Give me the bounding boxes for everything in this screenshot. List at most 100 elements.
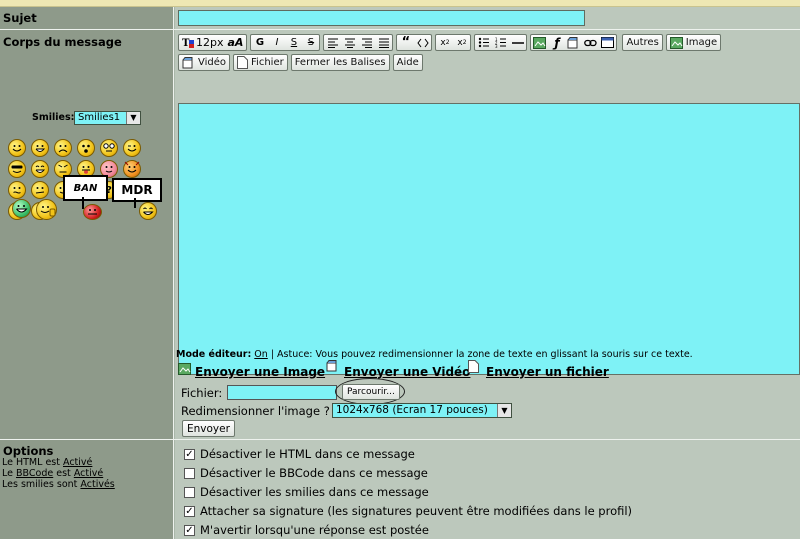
bullet-list-icon[interactable] (475, 35, 492, 50)
options-checks-cell: ✓ Désactiver le HTML dans ce message Désac… (175, 440, 800, 539)
option-checkbox[interactable]: ✓ (184, 525, 195, 536)
horizontal-rule-icon[interactable] (509, 35, 526, 50)
quote-icon[interactable]: “ (397, 35, 414, 50)
html-status-link[interactable]: Activé (63, 457, 92, 468)
upload-submit-button[interactable]: Envoyer (182, 420, 235, 437)
file-icon (237, 56, 249, 69)
option-checkbox[interactable] (184, 468, 195, 479)
option-checkbox[interactable]: ✓ (184, 449, 195, 460)
align-right-icon[interactable] (358, 35, 375, 50)
text-case-button[interactable]: aA (228, 36, 244, 49)
smiley-grin-icon[interactable] (31, 139, 49, 157)
option-checkbox[interactable] (184, 487, 195, 498)
smiley-sad-icon[interactable] (54, 139, 72, 157)
option-checkbox-label: Désactiver le BBCode dans ce message (200, 466, 428, 480)
send-video-link[interactable]: Envoyer une Vidéo (344, 365, 470, 379)
underline-button[interactable]: S (285, 35, 302, 50)
svg-text:T: T (182, 38, 190, 49)
toolbar-row-2: Vidéo Fichier Fermer les Balises Aide (178, 54, 423, 71)
html-status-text: Le HTML est (2, 457, 60, 468)
chevron-down-icon: ▼ (126, 112, 140, 124)
smiley-devil-icon[interactable] (123, 160, 141, 178)
superscript-icon[interactable]: x2 (453, 35, 470, 50)
mdr-sign-text: MDR (121, 183, 153, 197)
send-file-icon (468, 360, 479, 376)
subject-input-cell (175, 7, 800, 29)
others-button[interactable]: Autres (622, 34, 663, 51)
file-label: Fichier: (181, 386, 223, 400)
options-title: Options (3, 444, 54, 458)
options-label-cell: Options Le HTML est Activé Le BBCode est… (0, 440, 174, 539)
help-button[interactable]: Aide (392, 54, 423, 71)
message-textarea[interactable] (178, 103, 800, 375)
mdr-sign-icon[interactable]: MDR (112, 178, 162, 202)
smiley-cool-icon[interactable] (8, 160, 26, 178)
mdr-sign-post (134, 198, 136, 208)
numbered-list-icon[interactable]: 123 (492, 35, 509, 50)
smilies-select[interactable]: Smilies1 ▼ (74, 111, 141, 125)
toolbar-row-1: T 12px aA G I S S “ x2 x2 123 ƒ Autres I… (178, 34, 722, 51)
bbcode-status-prefix: Le (2, 468, 13, 479)
table-icon[interactable] (599, 35, 616, 50)
smilies-label: Smilies: (32, 112, 75, 123)
bbcode-status-link[interactable]: Activé (74, 468, 103, 479)
send-image-link[interactable]: Envoyer une Image (195, 365, 325, 379)
smiley-confused-icon[interactable] (31, 181, 49, 199)
image-icon[interactable] (531, 35, 548, 50)
bbcode-status: Le BBCode est Activé (2, 468, 103, 479)
bbcode-link[interactable]: BBCode (16, 468, 53, 479)
font-size-button[interactable]: 12px (196, 36, 224, 49)
media-group: ƒ (530, 34, 618, 51)
file-button[interactable]: Fichier (233, 54, 288, 71)
file-path-input[interactable] (227, 385, 337, 400)
smiley-mdr-laugh-icon[interactable] (139, 202, 157, 220)
subject-input[interactable] (178, 10, 585, 26)
video-button[interactable]: Vidéo (178, 54, 231, 71)
smiley-thumbs-up-icon[interactable] (36, 199, 57, 220)
image-button-label: Image (685, 37, 718, 48)
align-justify-icon[interactable] (375, 35, 392, 50)
smiley-wink-icon[interactable] (123, 139, 141, 157)
smiley-rolleyes-icon[interactable] (100, 139, 118, 157)
editor-tip-text: | Astuce: Vous pouvez redimensionner la … (270, 349, 693, 360)
smiley-ban-red-icon[interactable] (83, 204, 102, 220)
ban-sign-text: BAN (73, 182, 98, 194)
resize-select[interactable]: 1024x768 (Ecran 17 pouces) ▼ (332, 403, 512, 418)
top-strip (0, 0, 800, 7)
subject-label-cell: Sujet (0, 7, 174, 29)
text-color-icon[interactable]: T (179, 35, 196, 50)
subscript-icon[interactable]: x2 (436, 35, 453, 50)
italic-button[interactable]: I (268, 35, 285, 50)
option-checkbox[interactable]: ✓ (184, 506, 195, 517)
ban-sign-icon[interactable]: BAN (63, 175, 108, 201)
smilies-status-link[interactable]: Activés (80, 479, 114, 490)
video-button-label: Vidéo (198, 57, 227, 68)
editor-mode-line: Mode éditeur: On | Astuce: Vous pouvez r… (176, 349, 693, 360)
body-label-cell: Corps du message Smilies: Smilies1 ▼ ! ?… (0, 30, 174, 439)
video-icon (182, 56, 195, 69)
smiley-shocked-icon[interactable] (77, 139, 95, 157)
bold-button[interactable]: G (251, 35, 268, 50)
browse-button[interactable]: Parcourir... (342, 384, 400, 400)
code-icon[interactable] (414, 35, 431, 50)
send-image-icon (178, 363, 191, 378)
smiley-happy-icon[interactable] (8, 139, 26, 157)
image-button[interactable]: Image (665, 34, 722, 51)
link-icon[interactable] (582, 35, 599, 50)
option-checkbox-label: Désactiver les smilies dans ce message (200, 485, 429, 499)
image-icon (669, 36, 683, 49)
align-left-icon[interactable] (324, 35, 341, 50)
align-center-icon[interactable] (341, 35, 358, 50)
strike-button[interactable]: S (302, 35, 319, 50)
close-tags-button[interactable]: Fermer les Balises (290, 54, 390, 71)
editor-mode-toggle[interactable]: On (254, 349, 268, 360)
video-icon[interactable] (565, 35, 582, 50)
flash-icon[interactable]: ƒ (548, 35, 565, 50)
smilies-select-value: Smilies1 (78, 112, 121, 123)
smiley-laugh-icon[interactable] (31, 160, 49, 178)
separator: - (457, 365, 462, 379)
send-file-link[interactable]: Envoyer un fichier (486, 365, 609, 379)
smiley-embarrassed-icon[interactable] (8, 181, 26, 199)
smilies-status: Les smilies sont Activés (2, 479, 115, 490)
smiley-green-grin-icon[interactable] (12, 199, 31, 218)
